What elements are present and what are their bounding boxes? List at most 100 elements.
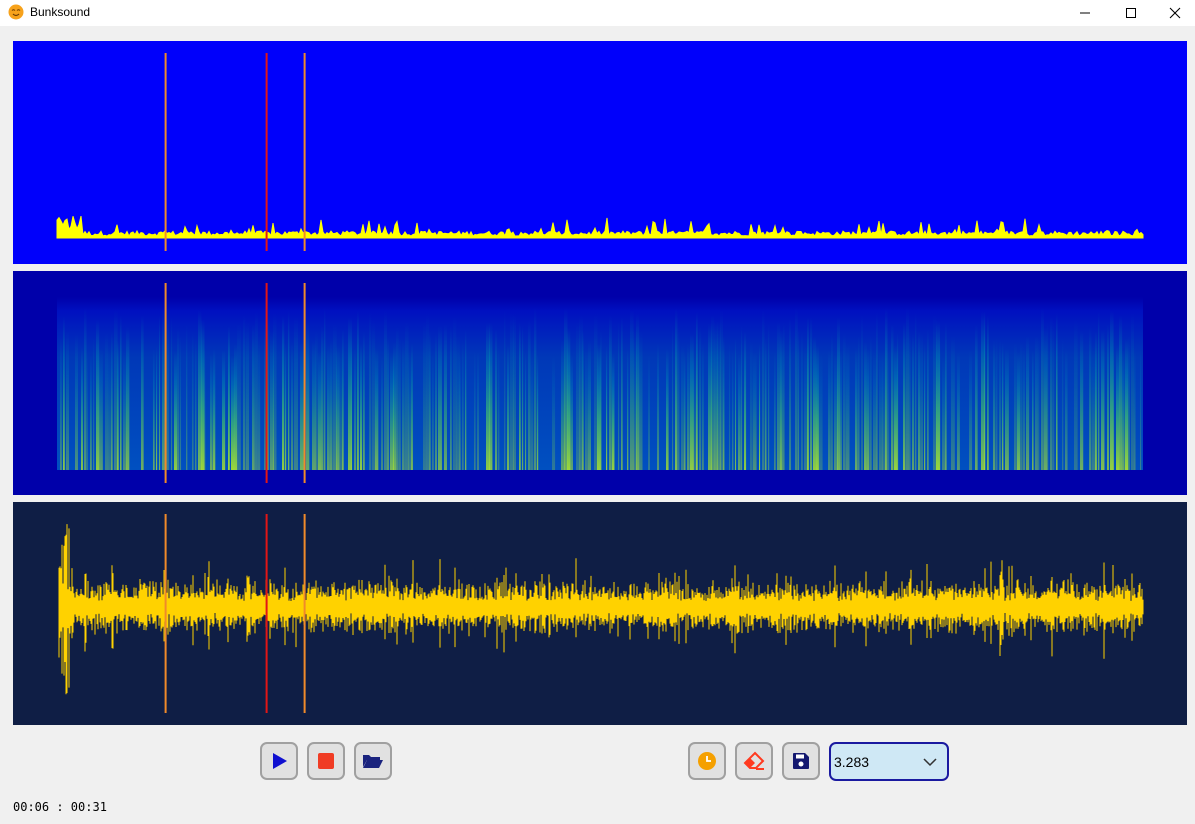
spectrogram-stripe — [894, 344, 898, 470]
spectrogram-stripe — [243, 315, 246, 470]
spectrogram-stripe — [1080, 330, 1084, 470]
spectrogram-stripe — [402, 340, 405, 470]
spectrogram-stripe — [738, 353, 741, 470]
spectrogram-stripe — [987, 315, 989, 470]
spectrogram-stripe — [315, 331, 318, 470]
spectrogram-stripe — [330, 340, 333, 470]
spectrogram-stripe — [909, 330, 911, 470]
spectrogram-stripe — [507, 344, 510, 470]
spectrogram-stripe — [1020, 341, 1023, 470]
spectrogram-stripe — [429, 330, 431, 470]
spectrogram-stripe — [306, 318, 310, 470]
spectrogram-stripe — [498, 344, 500, 470]
spectrogram-panel[interactable] — [13, 271, 1187, 495]
spectrogram-stripe — [702, 342, 704, 470]
spectrogram-stripe — [396, 327, 399, 470]
spectrogram-stripe — [672, 324, 674, 470]
spectrum-plot[interactable] — [13, 41, 1187, 264]
close-icon — [1169, 7, 1181, 19]
spectrogram-stripe — [381, 356, 383, 470]
spectrogram-stripe — [1134, 346, 1136, 470]
spectrogram-stripe — [1122, 349, 1125, 470]
play-button[interactable] — [260, 742, 298, 780]
spectrogram-stripe — [375, 347, 379, 470]
spectrogram-stripe — [810, 317, 813, 470]
spectrum-background — [13, 41, 1187, 264]
erase-button[interactable] — [735, 742, 773, 780]
spectrogram-stripe — [684, 353, 686, 470]
maximize-button[interactable] — [1108, 0, 1154, 26]
spectrogram-stripe — [360, 343, 363, 470]
spectrogram-stripe — [855, 347, 858, 470]
spectrogram-stripe — [888, 350, 890, 470]
spectrogram-stripe — [666, 348, 669, 470]
spectrogram-stripe — [621, 316, 623, 470]
spectrogram-stripe — [975, 323, 978, 470]
spectrogram-stripe — [723, 335, 725, 470]
spectrogram-stripe — [339, 346, 343, 470]
spectrogram-stripe — [324, 307, 326, 470]
spectrogram-stripe — [618, 321, 620, 470]
spectrogram-stripe — [369, 311, 372, 470]
spectrogram-stripe — [273, 313, 277, 470]
spectrogram-stripe — [957, 352, 960, 470]
spectrogram-stripe — [522, 324, 524, 470]
spectrogram-stripe — [1113, 346, 1115, 470]
spectrogram-stripe — [903, 322, 906, 470]
spectrogram-stripe — [873, 352, 877, 470]
spectrogram-stripe — [969, 349, 973, 470]
open-file-button[interactable] — [354, 742, 392, 780]
waveform-core — [59, 601, 1143, 613]
spectrogram-stripe — [1032, 350, 1034, 470]
spectrogram-stripe — [693, 355, 697, 470]
spectrogram-stripe — [939, 336, 941, 470]
close-button[interactable] — [1152, 0, 1195, 26]
minimize-icon — [1080, 12, 1090, 14]
spectrogram-stripe — [174, 350, 178, 470]
spectrogram-stripe — [765, 337, 767, 470]
spectrogram-stripe — [1116, 345, 1120, 470]
spectrogram-stripe — [537, 354, 539, 470]
spectrogram-stripe — [1014, 342, 1017, 470]
spectrogram-stripe — [195, 338, 197, 470]
spectrogram-stripe — [1107, 324, 1109, 470]
spectrogram-stripe — [945, 321, 947, 470]
spectrum-panel[interactable] — [13, 41, 1187, 264]
minimize-button[interactable] — [1062, 0, 1108, 26]
spectrogram-stripe — [600, 329, 602, 470]
spectrogram-stripe — [951, 335, 955, 470]
zoom-select[interactable]: 3.283 — [829, 742, 949, 781]
spectrogram-stripe — [585, 348, 588, 470]
spectrogram-stripe — [186, 324, 188, 470]
spectrogram-stripe — [741, 325, 743, 470]
spectrogram-stripe — [999, 339, 1002, 470]
spectrogram-stripe — [291, 341, 294, 470]
spectrogram-stripe — [462, 340, 464, 470]
spectrogram-stripe — [885, 307, 888, 470]
spectrogram-stripe — [681, 343, 685, 470]
timer-button[interactable] — [688, 742, 726, 780]
zoom-select-value: 3.283 — [834, 753, 870, 770]
spectrogram-stripe — [351, 344, 353, 470]
waveform-panel[interactable] — [13, 502, 1187, 725]
stop-button[interactable] — [307, 742, 345, 780]
spectrogram-stripe — [75, 333, 78, 470]
spectrogram-stripe — [354, 348, 357, 470]
spectrogram-stripe — [567, 328, 571, 470]
spectrogram-stripe — [768, 324, 770, 470]
spectrogram-stripe — [426, 313, 430, 470]
spectrogram-stripe — [1017, 351, 1020, 470]
spectrogram-stripe — [675, 308, 678, 470]
spectrogram-stripe — [288, 310, 290, 470]
spectrogram-stripe — [519, 322, 521, 470]
save-button[interactable] — [782, 742, 820, 780]
spectrogram-stripe — [327, 345, 330, 470]
spectrogram-stripe — [729, 343, 731, 470]
spectrogram-stripe — [504, 309, 506, 470]
spectrogram-stripe — [282, 315, 285, 470]
spectrogram-stripe — [912, 333, 915, 470]
time-readout: 00:06 : 00:31 — [13, 800, 107, 814]
spectrogram-plot[interactable] — [13, 271, 1187, 495]
spectrogram-stripe — [612, 353, 615, 470]
waveform-plot[interactable] — [13, 502, 1187, 725]
